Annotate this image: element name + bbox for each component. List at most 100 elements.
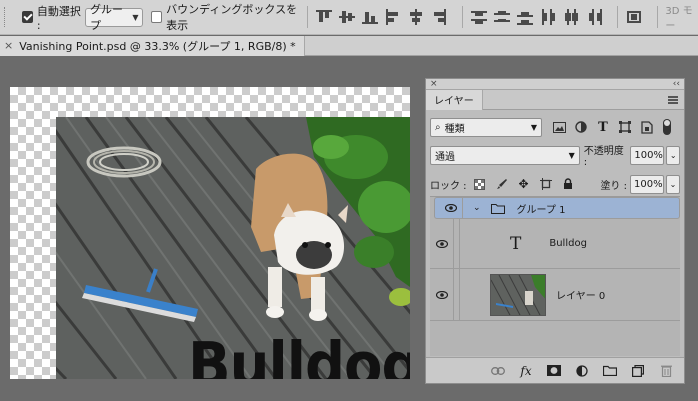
folder-icon: [490, 203, 505, 214]
separator: [616, 6, 618, 28]
distribute-horizontal-center-icon[interactable]: [563, 9, 578, 25]
grip-handle[interactable]: [4, 0, 16, 35]
document-tab[interactable]: × Vanishing Point.psd @ 33.3% (グループ 1, R…: [0, 35, 305, 56]
auto-select-label: 自動選択 :: [36, 4, 81, 32]
auto-select-target-value: グループ: [89, 3, 123, 32]
adjustment-icon[interactable]: [574, 363, 590, 379]
visibility-eye-icon[interactable]: [430, 269, 454, 320]
new-layer-icon[interactable]: [630, 363, 646, 379]
chevron-down-icon: ▼: [132, 12, 139, 22]
document-canvas[interactable]: Bulldog: [10, 87, 410, 379]
align-top-icon[interactable]: [316, 9, 332, 25]
align-horizontal-center-icon[interactable]: [408, 9, 422, 25]
folder-icon[interactable]: [602, 363, 618, 379]
layer-thumbnail: [490, 273, 546, 316]
indent-line: [457, 219, 460, 268]
panel-tabs: レイヤー: [426, 89, 684, 110]
filter-row: ⌕ 種類 ▼ T: [426, 116, 684, 138]
auto-select-check-icon[interactable]: [22, 11, 33, 23]
panel-menu-icon[interactable]: [668, 95, 678, 104]
separator: [656, 6, 658, 28]
blend-mode-value: 通過: [435, 151, 455, 163]
blend-mode-dropdown[interactable]: 通過 ▼: [430, 145, 580, 165]
3d-mode-label: 3D モー: [665, 6, 693, 32]
bounding-box-checkbox[interactable]: バウンディングボックスを表示: [151, 0, 299, 35]
mask-icon[interactable]: [546, 363, 562, 379]
lock-position-icon[interactable]: ✥: [515, 175, 533, 193]
panel-footer: fx: [426, 357, 684, 383]
distribute-top-icon[interactable]: [470, 9, 487, 25]
document-title: Vanishing Point.psd @ 33.3% (グループ 1, RGB…: [19, 39, 296, 53]
filter-kind-value: 種類: [444, 123, 465, 135]
indent-line: [457, 269, 460, 320]
lock-transparent-pixels-icon[interactable]: [471, 175, 489, 193]
document-tab-bar: × Vanishing Point.psd @ 33.3% (グループ 1, R…: [0, 35, 698, 56]
filter-pixel-icon[interactable]: [550, 118, 568, 136]
collapse-panel-icon[interactable]: ‹‹: [673, 79, 680, 89]
align-bottom-icon[interactable]: [361, 9, 378, 25]
chevron-down-icon: ⌄: [669, 150, 677, 160]
link-icon[interactable]: [490, 363, 506, 379]
filter-kind-dropdown[interactable]: ⌕ 種類 ▼: [430, 117, 542, 137]
layer-row-group[interactable]: ⌄ グループ 1: [434, 197, 680, 219]
chevron-down-icon[interactable]: ⌄: [473, 203, 481, 213]
search-icon: ⌕: [435, 121, 441, 133]
opacity-value: 100%: [634, 149, 663, 161]
filter-toggle-switch[interactable]: [658, 118, 676, 136]
fill-label: 塗り :: [600, 180, 627, 192]
layer-row-pixel[interactable]: レイヤー 0: [430, 269, 680, 321]
fill-input[interactable]: 100%: [630, 174, 664, 194]
lock-image-pixels-icon[interactable]: [493, 175, 511, 193]
auto-select-checkbox[interactable]: 自動選択 :: [22, 0, 81, 35]
blend-row: 通過 ▼ 不透明度 : 100% ⌄: [426, 144, 684, 168]
visibility-eye-icon[interactable]: [430, 219, 454, 268]
close-panel-icon[interactable]: ×: [430, 79, 438, 89]
layer-name: Bulldog: [549, 238, 587, 249]
options-bar: 自動選択 : グループ ▼ バウンディングボックスを表示 3D モー: [0, 0, 698, 35]
tab-layers-label: レイヤー: [434, 96, 474, 107]
layer-name: レイヤー 0: [556, 291, 606, 302]
auto-select-target-dropdown[interactable]: グループ ▼: [84, 3, 144, 32]
bounding-box-check-icon[interactable]: [151, 11, 163, 23]
opacity-input[interactable]: 100%: [630, 145, 665, 165]
fill-slider-toggle[interactable]: ⌄: [666, 174, 680, 194]
fill-value: 100%: [634, 178, 663, 190]
lock-artboard-icon[interactable]: [537, 175, 555, 193]
bulldog-text-layer[interactable]: Bulldog: [188, 330, 410, 379]
opacity-label: 不透明度 :: [583, 146, 624, 168]
fx-label: fx: [520, 363, 532, 378]
distribute-bottom-icon[interactable]: [516, 9, 533, 25]
lock-all-icon[interactable]: [559, 175, 577, 193]
filter-adjustment-icon[interactable]: [572, 118, 590, 136]
separator: [461, 6, 463, 28]
opacity-slider-toggle[interactable]: ⌄: [666, 145, 680, 165]
align-vertical-center-icon[interactable]: [338, 9, 355, 25]
layer-name: グループ 1: [516, 204, 566, 216]
lock-label: ロック :: [430, 180, 467, 192]
distribute-vertical-center-icon[interactable]: [493, 9, 510, 25]
filter-shape-icon[interactable]: [616, 118, 634, 136]
align-left-icon[interactable]: [385, 9, 399, 25]
filter-type-icon[interactable]: T: [594, 118, 612, 136]
trash-icon[interactable]: [658, 363, 674, 379]
fx-icon[interactable]: fx: [518, 363, 534, 379]
filter-smart-object-icon[interactable]: [638, 118, 656, 136]
separator: [307, 6, 308, 28]
tab-layers[interactable]: レイヤー: [426, 89, 483, 110]
layer-row-text[interactable]: T Bulldog: [430, 219, 680, 269]
chevron-down-icon: ▼: [568, 150, 575, 160]
align-right-icon[interactable]: [431, 9, 446, 25]
distribute-right-icon[interactable]: [586, 9, 602, 25]
chevron-down-icon: ▼: [530, 122, 537, 132]
text-layer-icon: T: [510, 233, 522, 254]
lock-row: ロック : ✥ 塗り : 100% ⌄: [426, 174, 684, 194]
panel-header-strip: × ‹‹: [426, 79, 684, 90]
layers-panel: × ‹‹ レイヤー ⌕ 種類 ▼ T 通過 ▼ 不透明度 : 100% ⌄ ロッ…: [425, 78, 685, 384]
close-tab-icon[interactable]: ×: [4, 39, 13, 52]
distribute-left-icon[interactable]: [540, 9, 555, 25]
visibility-eye-icon[interactable]: [439, 198, 463, 218]
chevron-down-icon: ⌄: [669, 179, 677, 189]
auto-align-layers-icon[interactable]: [626, 9, 641, 25]
layers-list: ⌄ グループ 1 T Bulldog レイヤー 0: [430, 196, 680, 356]
bounding-box-label: バウンディングボックスを表示: [166, 3, 298, 32]
